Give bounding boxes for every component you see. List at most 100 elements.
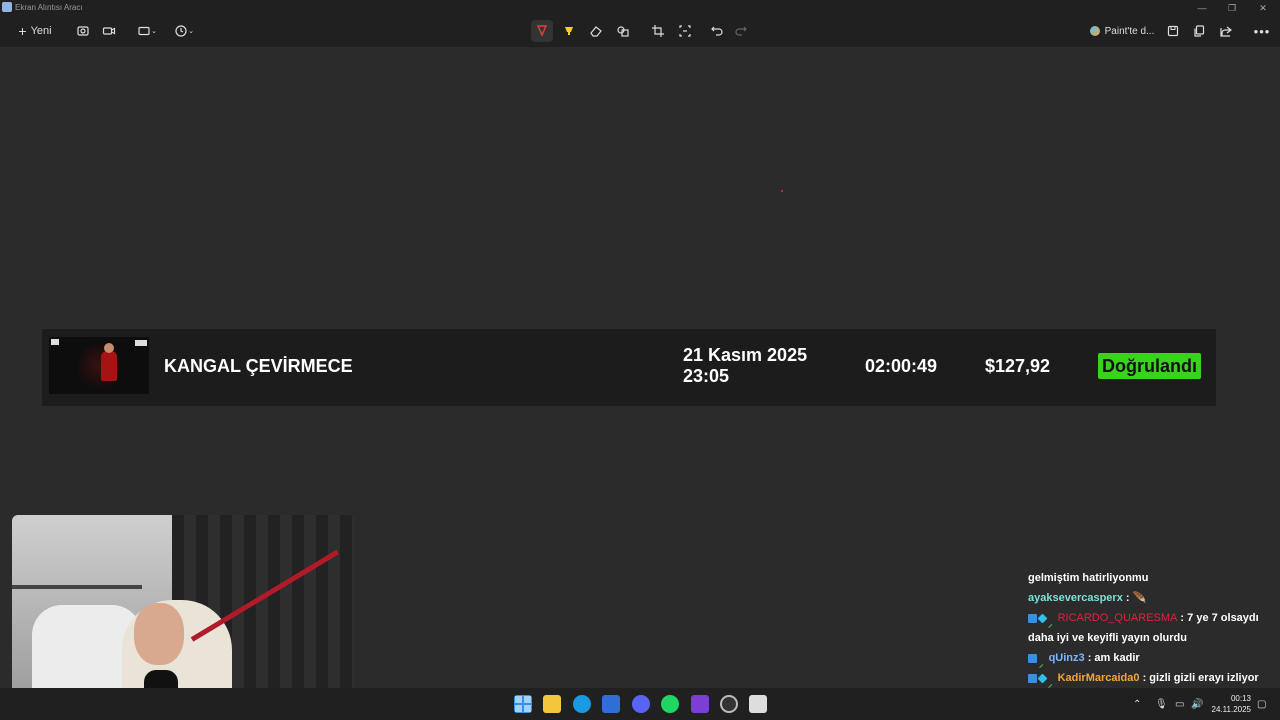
webcam-shelf (12, 585, 142, 589)
stream-duration: 02:00:49 (865, 356, 938, 376)
screenshot-mode-button[interactable] (74, 20, 92, 42)
paint-icon (1089, 26, 1100, 36)
paint-button-label: Paint'te d... (1104, 25, 1155, 37)
camera-icon (77, 26, 89, 36)
stream-date: 21 Kasım 2025 23:05 (683, 345, 807, 387)
chat-message: daha iyi ve keyifli yayın olurdu (1028, 632, 1187, 645)
edit-in-paint-button[interactable]: Paint'te d... (1086, 20, 1158, 42)
moderator-badge-icon (1028, 613, 1037, 623)
chat-line: ⸝ RICARDO_QUARESMA : 7 ye 7 olsaydı (1028, 608, 1278, 629)
plus-icon: + (18, 23, 27, 39)
thumbnail-head (104, 343, 114, 353)
share-button[interactable] (1217, 20, 1235, 42)
chat-message: : am kadir (1084, 652, 1140, 665)
chat-message: : gizli gizli erayı izliyor (1139, 672, 1259, 685)
save-button[interactable] (1164, 20, 1182, 42)
stream-row: KANGAL ÇEVİRMECE 21 Kasım 2025 23:05 02:… (42, 329, 1216, 406)
text-scan-icon (679, 25, 691, 37)
stream-title: KANGAL ÇEVİRMECE (164, 356, 353, 376)
app-icon[interactable] (691, 695, 709, 713)
chat-username: RICARDO_QUARESMA (1057, 612, 1178, 624)
chat-username: KadirMarcaida0 (1057, 672, 1140, 685)
discord-icon[interactable] (632, 695, 650, 713)
chat-line: ⸝ qUinz3 : am kadir (1028, 648, 1278, 669)
stream-thumbnail (49, 337, 149, 394)
undo-button[interactable] (708, 20, 726, 42)
network-icon[interactable]: ▭ (1175, 699, 1184, 710)
edge-browser-icon[interactable] (573, 695, 591, 713)
video-mode-button[interactable] (100, 20, 118, 42)
minimize-button[interactable]: — (1192, 2, 1212, 14)
more-options-button[interactable]: ••• (1253, 20, 1271, 42)
highlighter-icon (565, 27, 573, 35)
new-button-label: Yeni (30, 25, 52, 37)
store-icon[interactable] (602, 695, 620, 713)
pen-mark (781, 190, 783, 192)
volume-icon[interactable]: 🔊 (1191, 699, 1203, 710)
eraser-button[interactable] (587, 20, 605, 42)
eraser-icon (590, 26, 602, 37)
chat-overlay: gelmiştim hatirliyonmu ayaksevercasperx … (1028, 568, 1278, 689)
delay-dropdown[interactable]: ⌄ (170, 20, 198, 42)
chat-badges: ⸝ (1028, 668, 1055, 689)
webcam-overlay (12, 515, 355, 708)
chat-line: daha iyi ve keyifli yayın olurdu (1028, 628, 1278, 648)
stream-date-time: 23:05 (683, 366, 730, 386)
chat-username: ayaksevercasperx (1028, 592, 1123, 604)
thumbnail-logo (135, 340, 147, 346)
copy-icon (1194, 25, 1205, 37)
chevron-up-icon[interactable]: ⌃ (1133, 699, 1141, 710)
moderator-badge-icon (1028, 653, 1037, 663)
text-actions-button[interactable] (676, 20, 694, 42)
clock-date: 24.11.2025 (1211, 705, 1251, 714)
restore-button[interactable]: ❐ (1222, 2, 1242, 14)
title-bar: Ekran Alıntısı Aracı — ❐ ✕ (0, 0, 1280, 16)
chat-message: : 7 ye 7 olsaydı (1177, 612, 1259, 624)
snipping-tool-taskbar-icon[interactable] (749, 695, 767, 713)
snipping-tool-icon (2, 2, 12, 12)
ballpoint-pen-button[interactable] (531, 20, 553, 42)
chevron-down-icon: ⌄ (151, 28, 157, 35)
share-icon (1220, 26, 1232, 37)
thumbnail-figure (101, 351, 117, 381)
notification-icon[interactable]: ▢ (1257, 699, 1266, 710)
snip-shape-dropdown[interactable]: ⌄ (134, 20, 160, 42)
toolbar: + Yeni ⌄ ⌄ Paint'te d... ••• (0, 16, 1280, 57)
chat-line: gelmiştim hatirliyonmu (1028, 568, 1278, 588)
video-camera-icon (102, 27, 116, 35)
moderator-badge-icon (1028, 673, 1037, 683)
chevron-down-icon: ⌄ (188, 28, 194, 35)
clock-icon (175, 25, 187, 37)
taskbar: ⌃ 🎙 ▭ 🔊 00:13 24.11.2025 ▢ (0, 688, 1280, 720)
window-title: Ekran Alıntısı Aracı (15, 3, 83, 12)
clock[interactable]: 00:13 24.11.2025 (1205, 693, 1251, 715)
vip-badge-icon (1037, 613, 1048, 624)
pen-icon (536, 25, 548, 37)
chat-line: ⸝ KadirMarcaida0 : gizli gizli erayı izl… (1028, 668, 1278, 689)
copy-button[interactable] (1190, 20, 1208, 42)
new-button[interactable]: + Yeni (12, 20, 58, 42)
redo-button[interactable] (732, 20, 750, 42)
chat-message: : (1122, 592, 1133, 604)
chat-line: ayaksevercasperx : 🪶 (1028, 588, 1278, 608)
chat-username: qUinz3 (1048, 652, 1085, 665)
start-button[interactable] (514, 695, 532, 713)
chat-badges: ⸝ (1028, 608, 1055, 629)
crop-button[interactable] (649, 20, 667, 42)
ellipsis-icon: ••• (1253, 23, 1271, 39)
close-button[interactable]: ✕ (1253, 2, 1273, 14)
save-icon (1167, 25, 1179, 37)
chat-badges: ⸝ (1028, 648, 1046, 669)
highlighter-button[interactable] (560, 20, 578, 42)
shapes-icon (617, 26, 629, 37)
sword-badge-icon: ⸝ (1048, 678, 1053, 689)
spotify-icon[interactable] (661, 695, 679, 713)
stream-amount: $127,92 (985, 356, 1051, 376)
rectangle-snip-icon (138, 26, 150, 36)
obs-icon[interactable] (720, 695, 738, 713)
chat-emote: 🪶 (1132, 592, 1147, 604)
microphone-icon[interactable]: 🎙 (1155, 699, 1168, 710)
shapes-button[interactable] (614, 20, 632, 42)
clock-time: 00:13 (1230, 694, 1251, 703)
file-explorer-icon[interactable] (543, 695, 561, 713)
